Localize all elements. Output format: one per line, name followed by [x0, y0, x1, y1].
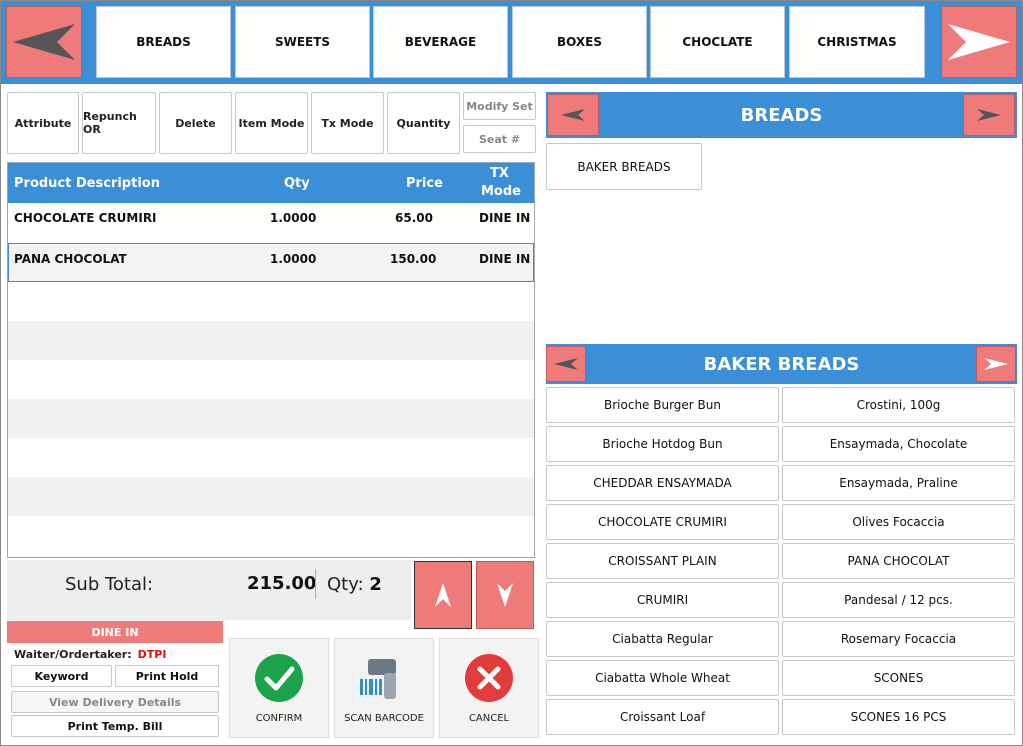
- product-panel-prev-button[interactable]: [546, 346, 586, 382]
- subcategory-baker-breads[interactable]: BAKER BREADS: [546, 143, 702, 190]
- confirm-label: CONFIRM: [255, 712, 303, 724]
- total-qty-label: Qty:: [327, 574, 364, 595]
- category-boxes[interactable]: BOXES: [512, 6, 647, 78]
- product-button[interactable]: CROISSANT PLAIN: [546, 543, 779, 579]
- divider: [315, 569, 316, 599]
- category-next-button[interactable]: [941, 6, 1017, 78]
- total-qty-value: 2: [369, 574, 382, 595]
- product-button[interactable]: Croissant Loaf: [546, 699, 779, 735]
- attribute-button[interactable]: Attribute: [7, 92, 79, 154]
- keyword-button[interactable]: Keyword: [11, 665, 112, 687]
- category-sweets[interactable]: SWEETS: [235, 6, 370, 78]
- row-stripe: [8, 321, 534, 360]
- delete-button[interactable]: Delete: [159, 92, 232, 154]
- scroll-down-button[interactable]: [476, 561, 534, 629]
- cancel-label: CANCEL: [468, 712, 510, 724]
- row-price: 150.00: [390, 252, 437, 266]
- scan-barcode-label: SCAN BARCODE: [344, 712, 424, 724]
- product-panel-next-button[interactable]: [976, 346, 1016, 382]
- category-breads[interactable]: BREADS: [96, 6, 231, 78]
- subtotal-value: 215.00: [247, 573, 317, 594]
- modify-set-button[interactable]: Modify Set: [463, 92, 536, 120]
- product-button[interactable]: Olives Focaccia: [782, 504, 1015, 540]
- product-button[interactable]: CRUMIRI: [546, 582, 779, 618]
- tx-mode-button[interactable]: Tx Mode: [311, 92, 384, 154]
- category-panel-title: BREADS: [546, 92, 1017, 138]
- print-temp-bill-button[interactable]: Print Temp. Bill: [11, 715, 219, 737]
- product-button[interactable]: SCONES 16 PCS: [782, 699, 1015, 735]
- col-qty: Qty: [284, 176, 310, 191]
- item-mode-button[interactable]: Item Mode: [235, 92, 308, 154]
- cancel-x-icon: [465, 653, 513, 702]
- product-button[interactable]: CHOCOLATE CRUMIRI: [546, 504, 779, 540]
- arrow-right-icon: [948, 24, 1010, 60]
- category-panel-prev-button[interactable]: [547, 94, 599, 136]
- category-choclate[interactable]: CHOCLATE: [650, 6, 785, 78]
- scroll-up-button[interactable]: [414, 561, 472, 629]
- seat-button[interactable]: Seat #: [463, 125, 536, 153]
- arrow-left-icon: [561, 109, 585, 121]
- category-beverage[interactable]: BEVERAGE: [373, 6, 508, 78]
- arrow-down-icon: [497, 583, 513, 607]
- category-christmas[interactable]: CHRISTMAS: [789, 6, 925, 78]
- dine-mode-banner: DINE IN: [7, 621, 223, 643]
- product-panel-title: BAKER BREADS: [546, 344, 1017, 384]
- totals-bar: Sub Total: 215.00 Qty: 2: [7, 560, 411, 620]
- table-row[interactable]: CHOCOLATE CRUMIRI 1.0000 65.00 DINE IN: [8, 203, 534, 242]
- product-button[interactable]: Ciabatta Whole Wheat: [546, 660, 779, 696]
- barcode-scanner-icon: [360, 658, 396, 699]
- category-prev-button[interactable]: [6, 6, 82, 78]
- quantity-button[interactable]: Quantity: [387, 92, 460, 154]
- arrow-left-icon: [554, 358, 578, 370]
- print-hold-button[interactable]: Print Hold: [115, 665, 219, 687]
- cancel-button[interactable]: CANCEL: [439, 638, 539, 738]
- row-mode: DINE IN: [479, 252, 531, 266]
- arrow-right-icon: [977, 109, 1001, 121]
- checkmark-icon: [255, 653, 303, 702]
- product-button[interactable]: Brioche Hotdog Bun: [546, 426, 779, 462]
- arrow-left-icon: [13, 24, 75, 60]
- subtotal-label: Sub Total:: [65, 574, 154, 595]
- col-price: Price: [406, 176, 443, 191]
- waiter-info: Waiter/Ordertaker: DTPI: [14, 648, 166, 661]
- col-tx-mode-1: TX: [490, 166, 509, 181]
- product-button[interactable]: Crostini, 100g: [782, 387, 1015, 423]
- row-stripe: [8, 399, 534, 438]
- arrow-right-icon: [984, 358, 1008, 370]
- waiter-label: Waiter/Ordertaker:: [14, 648, 132, 661]
- product-button[interactable]: CHEDDAR ENSAYMADA: [546, 465, 779, 501]
- view-delivery-button[interactable]: View Delivery Details: [11, 691, 219, 713]
- row-mode: DINE IN: [479, 211, 531, 225]
- order-table: Product Description Qty Price TX Mode CH…: [7, 162, 535, 558]
- product-button[interactable]: Ensaymada, Praline: [782, 465, 1015, 501]
- arrow-up-icon: [435, 583, 451, 607]
- product-button[interactable]: Brioche Burger Bun: [546, 387, 779, 423]
- table-row[interactable]: PANA CHOCOLAT 1.0000 150.00 DINE IN: [8, 243, 534, 282]
- table-header: Product Description Qty Price TX Mode: [8, 163, 534, 203]
- col-tx-mode-2: Mode: [481, 184, 521, 199]
- waiter-code: DTPI: [137, 648, 167, 661]
- col-description: Product Description: [14, 176, 160, 191]
- product-button[interactable]: Ciabatta Regular: [546, 621, 779, 657]
- row-description: PANA CHOCOLAT: [14, 252, 127, 266]
- confirm-button[interactable]: CONFIRM: [229, 638, 329, 738]
- product-button[interactable]: SCONES: [782, 660, 1015, 696]
- scan-barcode-button[interactable]: SCAN BARCODE: [334, 638, 434, 738]
- row-price: 65.00: [395, 211, 433, 225]
- product-button[interactable]: Rosemary Focaccia: [782, 621, 1015, 657]
- row-description: CHOCOLATE CRUMIRI: [14, 211, 157, 225]
- total-qty: Qty: 2: [327, 574, 382, 595]
- repunch-or-button[interactable]: Repunch OR: [82, 92, 156, 154]
- product-button[interactable]: Pandesal / 12 pcs.: [782, 582, 1015, 618]
- row-stripe: [8, 477, 534, 516]
- product-button[interactable]: PANA CHOCOLAT: [782, 543, 1015, 579]
- row-qty: 1.0000: [270, 252, 317, 266]
- row-qty: 1.0000: [270, 211, 317, 225]
- product-button[interactable]: Ensaymada, Chocolate: [782, 426, 1015, 462]
- category-panel-next-button[interactable]: [963, 94, 1015, 136]
